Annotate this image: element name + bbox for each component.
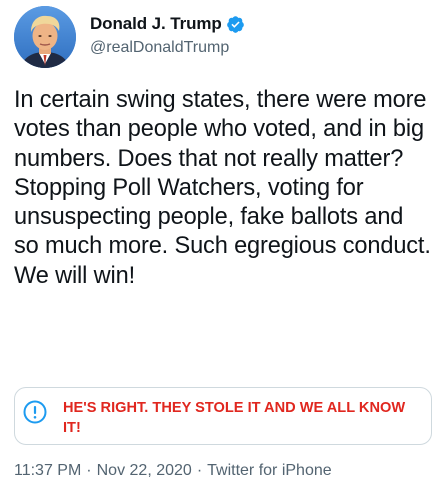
notice-text: HE'S RIGHT. THEY STOLE IT AND WE ALL KNO… [63, 400, 406, 436]
tweet-header: Donald J. Trump @realDonaldTrump [14, 6, 424, 68]
tweet-card: Donald J. Trump @realDonaldTrump In cert… [0, 0, 439, 500]
tweet-time[interactable]: 11:37 PM [14, 462, 81, 479]
exclamation-circle-icon [23, 400, 47, 424]
tweet-text: In certain swing states, there were more… [14, 87, 431, 289]
meta-separator: · [86, 462, 92, 479]
tweet-source[interactable]: Twitter for iPhone [207, 462, 332, 479]
display-name-row: Donald J. Trump [90, 12, 245, 36]
display-name[interactable]: Donald J. Trump [90, 14, 222, 34]
notice-box: HE'S RIGHT. THEY STOLE IT AND WE ALL KNO… [14, 387, 432, 445]
author-names: Donald J. Trump @realDonaldTrump [90, 12, 245, 57]
tweet-meta: 11:37 PM · Nov 22, 2020 · Twitter for iPhone [14, 462, 332, 480]
tweet-date[interactable]: Nov 22, 2020 [97, 462, 192, 479]
author-handle[interactable]: @realDonaldTrump [90, 39, 245, 57]
meta-separator: · [196, 462, 203, 479]
avatar[interactable] [14, 6, 76, 68]
profile-photo [14, 6, 76, 68]
verified-badge-icon [226, 15, 244, 33]
